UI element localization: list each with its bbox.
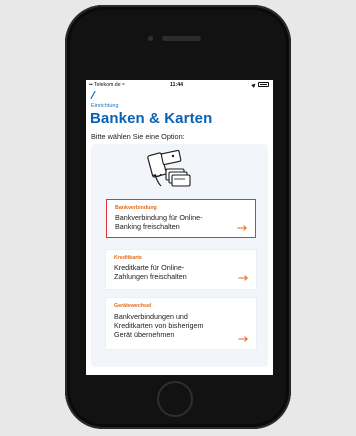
option-label: Gerätewechsel: [114, 303, 152, 309]
arrow-right-icon[interactable]: [237, 225, 247, 231]
status-bar: ▪▪ Telekom.de ≈ 11:44: [86, 80, 273, 90]
battery-icon: [258, 82, 269, 87]
page-title: Banken & Karten: [90, 110, 213, 127]
carrier-indicator: ▪▪ Telekom.de ≈: [89, 82, 125, 88]
option-card-kreditkarte[interactable]: Kreditkarte Kreditkarte für Online- Zahl…: [106, 250, 256, 289]
option-label: Kreditkarte: [114, 255, 142, 261]
option-description-line: Banking freischalten: [115, 222, 180, 231]
option-description-line: Gerät übernehmen: [114, 330, 175, 339]
arrow-right-icon[interactable]: [238, 275, 248, 281]
option-card-bankverbindung[interactable]: Bankverbindung Bankverbindung für Online…: [106, 199, 256, 238]
front-camera: [148, 36, 153, 41]
option-description-line: Bankverbindung für Online-: [115, 213, 203, 222]
phone-cards-illustration: [147, 149, 191, 187]
section-eyebrow: Einrichtung: [91, 103, 119, 109]
earpiece-speaker: [162, 36, 201, 41]
signal-icon: ▪▪: [89, 82, 93, 88]
wifi-icon: ≈: [122, 82, 125, 88]
option-description: Bankverbindungen und Kreditkarten von bi…: [114, 312, 204, 339]
option-label: Bankverbindung: [115, 205, 157, 211]
back-arrow-icon[interactable]: [90, 91, 96, 99]
carrier-name: Telekom.de: [94, 82, 121, 88]
option-description: Kreditkarte für Online- Zahlungen freisc…: [114, 263, 187, 281]
option-description: Bankverbindung für Online- Banking freis…: [115, 213, 203, 231]
location-icon: [251, 81, 257, 88]
option-card-geraetewechsel[interactable]: Gerätewechsel Bankverbindungen und Kredi…: [106, 298, 256, 349]
status-time: 11:44: [170, 82, 183, 88]
option-description-line: Bankverbindungen und: [114, 312, 188, 321]
option-description-line: Zahlungen freischalten: [114, 272, 187, 281]
status-right: [251, 81, 269, 88]
app-screen: ▪▪ Telekom.de ≈ 11:44 Einrichtung Banken…: [86, 80, 273, 375]
option-description-line: Kreditkarten von bisherigem: [114, 321, 204, 330]
page-subtitle: Bitte wählen Sie eine Option:: [91, 132, 185, 141]
home-button[interactable]: [157, 381, 193, 417]
option-description-line: Kreditkarte für Online-: [114, 263, 185, 272]
arrow-right-icon[interactable]: [238, 336, 248, 342]
